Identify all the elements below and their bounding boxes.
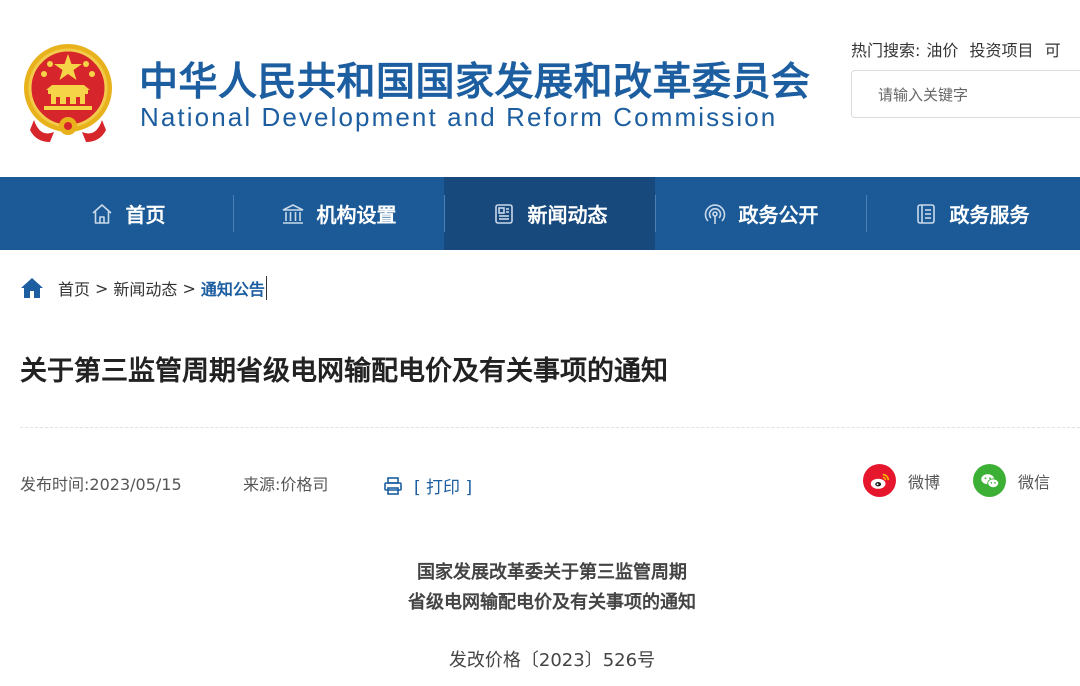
home-icon [91, 203, 112, 224]
divider [20, 427, 1080, 428]
hot-keyword-investment[interactable]: 投资项目 [970, 41, 1034, 60]
breadcrumb-news[interactable]: 新闻动态 [113, 276, 177, 300]
national-emblem-logo[interactable] [20, 42, 116, 146]
document-heading-line-2: 省级电网输配电价及有关事项的通知 [408, 592, 696, 613]
publish-date-label: 发布时间: [20, 475, 90, 494]
document-icon [916, 203, 935, 224]
nav-item-home[interactable]: 首页 [22, 177, 233, 250]
search-box [851, 70, 1080, 119]
hot-keyword-oil-price[interactable]: 油价 [926, 41, 958, 60]
broadcast-icon [704, 203, 725, 224]
weibo-icon [870, 473, 889, 489]
document-heading-line-1: 国家发展改革委关于第三监管周期 [417, 562, 687, 583]
nav-label-gov-services: 政务服务 [949, 203, 1030, 227]
share-weibo-label: 微博 [908, 472, 941, 492]
print-label: [ 打印 ] [414, 478, 473, 498]
publish-date: 发布时间:2023/05/15 [20, 473, 182, 497]
publish-date-value: 2023/05/15 [89, 475, 182, 494]
nav-label-gov-affairs-open: 政务公开 [738, 203, 819, 227]
nav-label-news: 新闻动态 [527, 203, 608, 227]
home-icon[interactable] [20, 277, 44, 299]
breadcrumb: 首页 > 新闻动态 > 通知公告 [20, 275, 267, 301]
breadcrumb-separator: > [182, 278, 196, 298]
source-label: 来源: [243, 475, 281, 494]
document-number: 发改价格〔2023〕526号 [448, 650, 656, 671]
breadcrumb-current[interactable]: 通知公告 [201, 276, 267, 300]
nav-label-home: 首页 [125, 203, 166, 227]
breadcrumb-separator: > [95, 278, 109, 298]
wechat-icon [980, 473, 999, 488]
hot-search: 热门搜索: 油价 投资项目 可 [851, 37, 1061, 61]
hot-keyword-more[interactable]: 可 [1045, 41, 1061, 60]
article-source: 来源:价格司 [243, 473, 328, 497]
article-title: 关于第三监管周期省级电网输配电价及有关事项的通知 [20, 356, 668, 387]
nav-item-gov-affairs-open[interactable]: 政务公开 [655, 177, 866, 250]
nav-item-organization[interactable]: 机构设置 [233, 177, 444, 250]
nav-label-organization: 机构设置 [316, 203, 397, 227]
nav-item-news[interactable]: 新闻动态 [444, 177, 655, 250]
search-input[interactable] [852, 71, 1080, 119]
nav-item-gov-services[interactable]: 政务服务 [866, 177, 1077, 250]
hot-search-label: 热门搜索: [851, 41, 921, 60]
share-wechat-button[interactable]: 微信 [973, 464, 1050, 497]
building-icon [282, 203, 303, 224]
newspaper-icon [494, 203, 513, 224]
source-value: 价格司 [280, 475, 329, 494]
breadcrumb-home[interactable]: 首页 [58, 276, 90, 300]
print-button[interactable]: [ 打印 ] [383, 473, 472, 498]
site-title-chinese: 中华人民共和国国家发展和改革委员会 [139, 60, 811, 105]
printer-icon [384, 476, 402, 495]
share-weibo-button[interactable]: 微博 [863, 464, 940, 497]
main-nav: 首页 机构设置 新闻动态 政务公开 政务服务 [0, 177, 1080, 250]
site-title-english: National Development and Reform Commissi… [140, 102, 778, 132]
share-wechat-label: 微信 [1018, 472, 1051, 492]
